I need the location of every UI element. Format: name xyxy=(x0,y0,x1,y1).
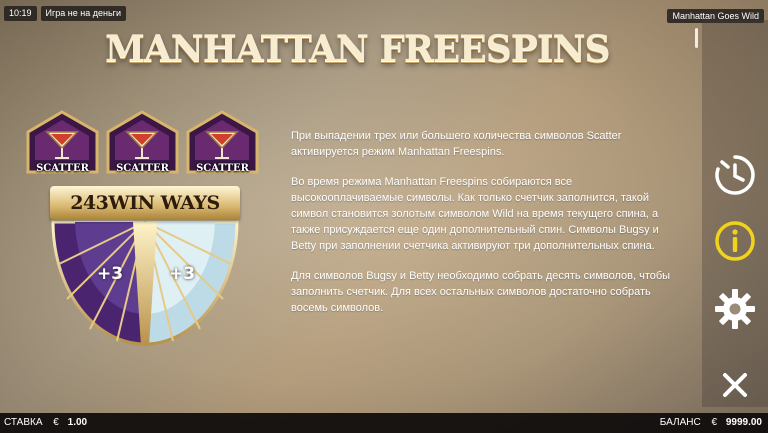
bet-currency: € xyxy=(53,417,59,428)
win-ways-banner: 243WIN WAYS xyxy=(50,186,240,220)
balance-value: 9999.00 xyxy=(725,417,762,428)
info-button[interactable] xyxy=(712,218,758,264)
scatter-label: SCATTER xyxy=(196,163,249,174)
scrollbar[interactable] xyxy=(695,28,698,48)
description-paragraph: Для символов Bugsy и Betty необходимо со… xyxy=(291,270,671,314)
history-button[interactable] xyxy=(712,152,758,198)
scatter-symbol: SCATTER xyxy=(25,110,100,178)
clock: 10:19 xyxy=(4,6,37,21)
close-button[interactable] xyxy=(712,362,758,408)
scatter-symbol: SCATTER xyxy=(185,110,260,178)
bet-label: СТАВКА xyxy=(4,417,43,428)
balance-label: БАЛАНС xyxy=(659,417,701,428)
info-icon xyxy=(715,221,755,261)
bottom-bar: СТАВКА € 1.00 БАЛАНС € 9999.00 xyxy=(0,413,768,433)
top-left-status: 10:19 Игра не на деньги xyxy=(4,6,126,21)
close-icon xyxy=(723,373,747,397)
bet-value: 1.00 xyxy=(67,417,88,428)
description-paragraph: При выпадении трех или большего количест… xyxy=(291,130,622,158)
plus-three-right: +3 xyxy=(169,264,196,284)
plus-three-left: +3 xyxy=(97,264,124,284)
rules-description: При выпадении трех или большего количест… xyxy=(291,128,683,330)
right-sidebar xyxy=(702,20,768,407)
history-icon xyxy=(715,155,755,195)
bet-display: СТАВКА € 1.00 xyxy=(4,417,87,428)
freespins-illustration: SCATTER SCATTER SCATTER +3 +3 243WIN WAY… xyxy=(20,110,259,350)
play-mode-badge: Игра не на деньги xyxy=(40,6,126,21)
page-title: MANHATTAN FREESPINS xyxy=(105,28,611,70)
balance-display: БАЛАНС € 9999.00 xyxy=(660,417,762,428)
description-paragraph: Во время режима Manhattan Freespins соби… xyxy=(291,176,659,252)
scatter-label: SCATTER xyxy=(36,163,89,174)
settings-gear-icon xyxy=(715,289,755,329)
scatter-symbol: SCATTER xyxy=(105,110,180,178)
settings-button[interactable] xyxy=(712,286,758,332)
scatter-label: SCATTER xyxy=(116,163,169,174)
balance-currency: € xyxy=(711,417,718,428)
win-ways-fan: +3 +3 xyxy=(45,214,245,349)
